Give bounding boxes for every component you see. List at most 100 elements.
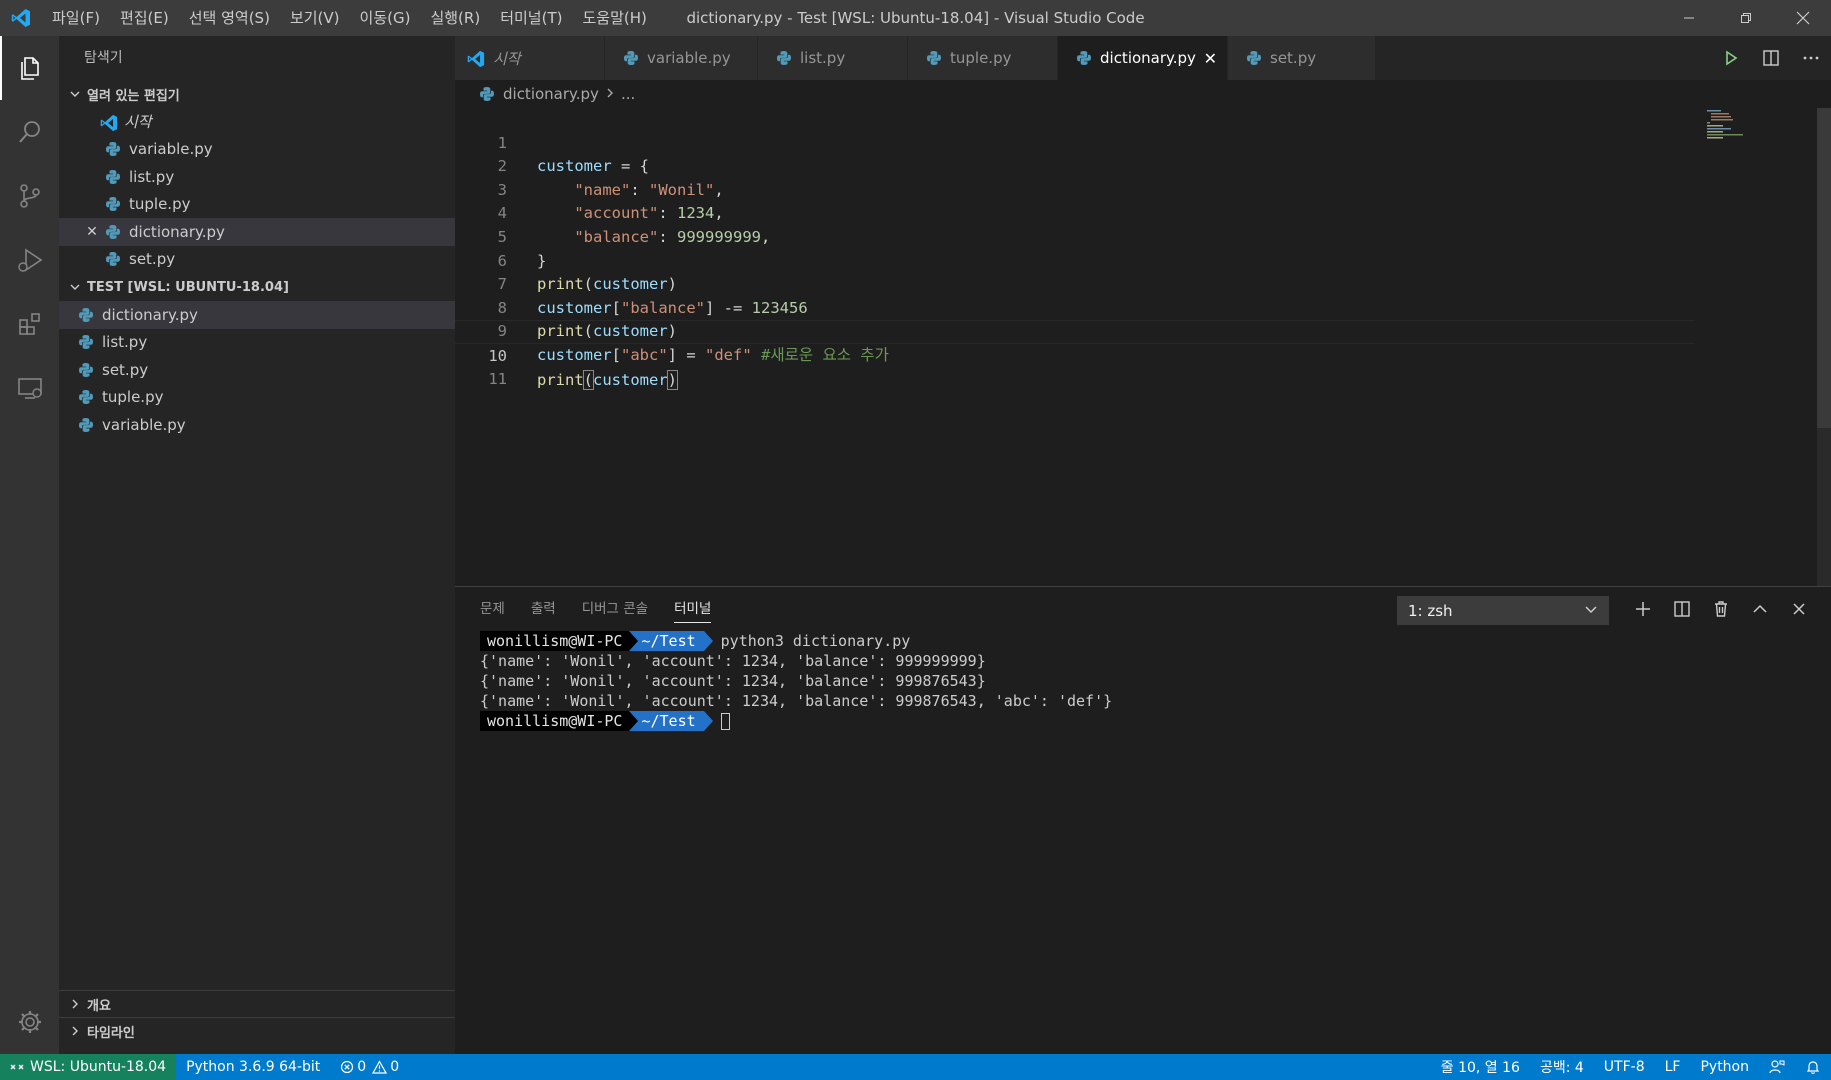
open-editor-item[interactable]: tuple.py: [59, 191, 455, 219]
tab-list[interactable]: list.py: [758, 36, 908, 80]
folder-header[interactable]: TEST [WSL: UBUNTU-18.04]: [59, 273, 455, 301]
close-tab-icon[interactable]: ✕: [1204, 49, 1217, 68]
editor-scrollbar[interactable]: [1817, 108, 1831, 586]
menu-terminal[interactable]: 터미널(T): [490, 0, 572, 36]
tab-problems[interactable]: 문제: [480, 587, 505, 631]
kill-terminal-button[interactable]: [1701, 587, 1740, 631]
tab-set[interactable]: set.py: [1228, 36, 1376, 80]
tab-debug-console[interactable]: 디버그 콘솔: [582, 587, 648, 631]
more-actions-button[interactable]: [1791, 36, 1831, 80]
scrollbar-thumb[interactable]: [1817, 108, 1831, 428]
breadcrumb-symbols[interactable]: ...: [621, 85, 635, 103]
open-editor-item[interactable]: list.py: [59, 163, 455, 191]
terminal-select[interactable]: 1: zsh: [1397, 596, 1609, 625]
close-panel-button[interactable]: [1779, 587, 1818, 631]
open-editor-item[interactable]: set.py: [59, 246, 455, 274]
file-item[interactable]: list.py: [59, 329, 455, 357]
python-file-icon: [1076, 50, 1092, 66]
open-editor-item[interactable]: 시작: [59, 108, 455, 136]
tab-terminal[interactable]: 터미널: [674, 587, 712, 631]
source-control-icon: [19, 184, 40, 208]
file-item[interactable]: tuple.py: [59, 384, 455, 412]
indentation[interactable]: 공백: 4: [1530, 1054, 1594, 1080]
minimize-icon: [1683, 17, 1694, 19]
activity-extensions[interactable]: [0, 292, 59, 356]
activity-search[interactable]: [0, 100, 59, 164]
file-item[interactable]: variable.py: [59, 411, 455, 439]
chevron-right-icon: [65, 1025, 85, 1037]
tab-output[interactable]: 출력: [531, 587, 556, 631]
terminal-output[interactable]: wonillism@WI-PC ~/Test python3 dictionary.…: [480, 631, 1112, 731]
terminal-output-line: {'name': 'Wonil', 'account': 1234, 'bala…: [480, 672, 986, 690]
new-terminal-button[interactable]: [1623, 587, 1662, 631]
code-line: 7 customer["balance"] -= 123456: [455, 250, 1695, 317]
split-terminal-button[interactable]: [1662, 587, 1701, 631]
code-editor[interactable]: 1 customer = { 2 "name": "Wonil", 3 "acc…: [455, 108, 1831, 586]
title-bar: 파일(F) 편집(E) 선택 영역(S) 보기(V) 이동(G) 실행(R) 터…: [0, 0, 1831, 36]
code-line: 9 customer["abc"] = "def" #새로운 요소 추가: [455, 297, 1695, 364]
activity-run-debug[interactable]: [0, 228, 59, 292]
problems-indicator[interactable]: 0 0: [330, 1054, 409, 1080]
menu-selection[interactable]: 선택 영역(S): [179, 0, 280, 36]
close-window-button[interactable]: [1774, 0, 1831, 36]
end-of-line[interactable]: LF: [1655, 1054, 1691, 1080]
timeline-header[interactable]: 타임라인: [59, 1017, 455, 1044]
tab-welcome[interactable]: 시작: [455, 36, 605, 80]
restore-icon: [1740, 13, 1751, 23]
python-file-icon: [479, 86, 495, 102]
activity-remote-explorer[interactable]: [0, 356, 59, 420]
sidebar-title: 탐색기: [84, 50, 123, 66]
window-controls: [1660, 0, 1831, 36]
menu-file[interactable]: 파일(F): [42, 0, 110, 36]
error-icon: [341, 1060, 354, 1074]
tab-tuple[interactable]: tuple.py: [908, 36, 1058, 80]
open-editor-label: tuple.py: [129, 195, 191, 214]
breadcrumb-file[interactable]: dictionary.py: [503, 85, 599, 103]
menu-go[interactable]: 이동(G): [350, 0, 421, 36]
close-editor-icon[interactable]: ✕: [84, 224, 100, 240]
feedback-button[interactable]: [1759, 1054, 1795, 1080]
activity-explorer[interactable]: [0, 36, 59, 100]
run-file-button[interactable]: [1711, 36, 1751, 80]
files-icon: [20, 57, 39, 80]
chevron-right-icon: [65, 998, 85, 1010]
chevron-down-icon: [65, 281, 85, 293]
restore-button[interactable]: [1717, 0, 1774, 36]
menu-help[interactable]: 도움말(H): [572, 0, 656, 36]
outline-header[interactable]: 개요: [59, 990, 455, 1017]
activity-source-control[interactable]: [0, 164, 59, 228]
minimize-button[interactable]: [1660, 0, 1717, 36]
file-label: list.py: [102, 333, 148, 352]
open-editors-header[interactable]: 열려 있는 편집기: [59, 80, 455, 108]
split-editor-button[interactable]: [1751, 36, 1791, 80]
notifications-button[interactable]: [1795, 1054, 1831, 1080]
bottom-panel: 문제 출력 디버그 콘솔 터미널 1: zsh wonillism@WI-PC ~…: [455, 586, 1831, 1054]
tab-variable[interactable]: variable.py: [605, 36, 758, 80]
menu-edit[interactable]: 편집(E): [110, 0, 179, 36]
maximize-panel-button[interactable]: [1740, 587, 1779, 631]
file-item-selected[interactable]: dictionary.py: [59, 301, 455, 329]
tab-dictionary[interactable]: dictionary.py ✕: [1058, 36, 1228, 80]
python-file-icon: [1246, 50, 1262, 66]
open-editor-label: list.py: [129, 167, 175, 186]
open-editors-label: 열려 있는 편집기: [87, 88, 180, 104]
menu-bar: 파일(F) 편집(E) 선택 영역(S) 보기(V) 이동(G) 실행(R) 터…: [42, 0, 657, 36]
prompt-path: ~/Test: [629, 711, 704, 731]
file-item[interactable]: set.py: [59, 356, 455, 384]
gear-icon: [18, 1011, 41, 1033]
terminal-command: python3 dictionary.py: [720, 632, 911, 650]
python-file-icon: [105, 169, 121, 185]
prompt-user: wonillism@WI-PC: [480, 711, 630, 731]
encoding[interactable]: UTF-8: [1594, 1054, 1655, 1080]
remote-indicator[interactable]: WSL: Ubuntu-18.04: [0, 1054, 177, 1080]
cursor-position[interactable]: 줄 10, 열 16: [1431, 1054, 1530, 1080]
menu-run[interactable]: 실행(R): [420, 0, 490, 36]
menu-view[interactable]: 보기(V): [280, 0, 350, 36]
activity-manage[interactable]: [0, 990, 59, 1054]
open-editor-item[interactable]: variable.py: [59, 136, 455, 164]
open-editor-label: 시작: [124, 113, 152, 132]
python-interpreter[interactable]: Python 3.6.9 64-bit: [176, 1054, 330, 1080]
minimap[interactable]: [1703, 108, 1813, 148]
open-editor-item-active[interactable]: ✕ dictionary.py: [59, 218, 455, 246]
language-mode[interactable]: Python: [1690, 1054, 1759, 1080]
